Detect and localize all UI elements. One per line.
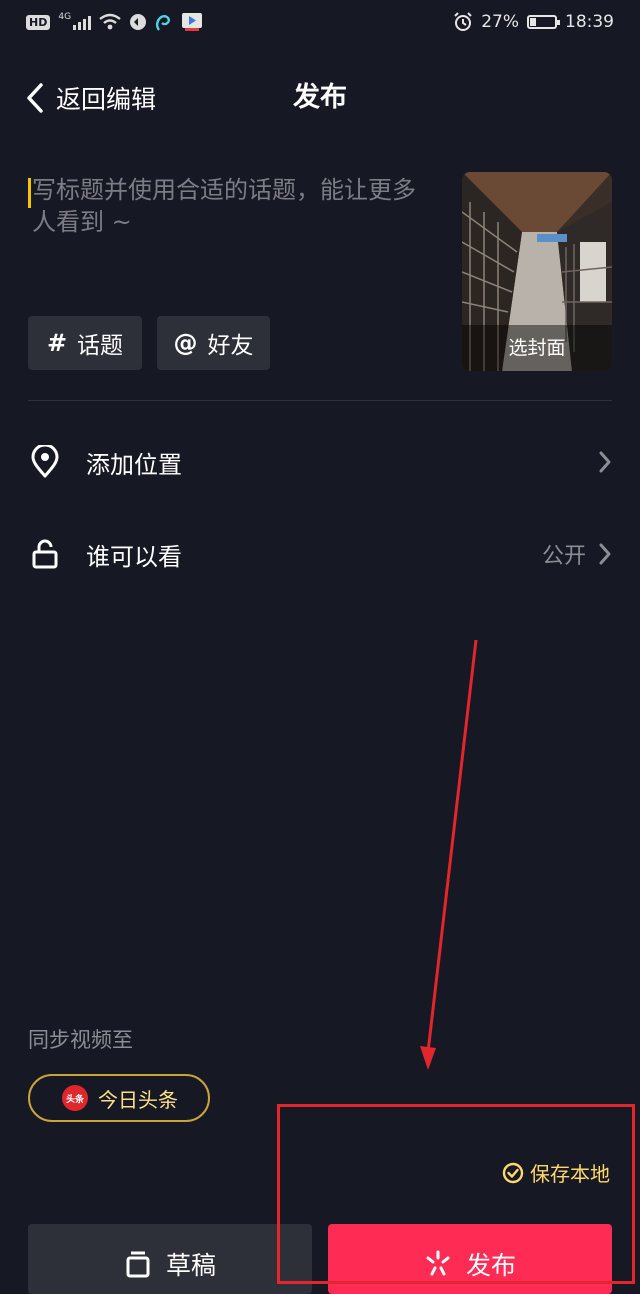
draft-button[interactable]: 草稿: [28, 1224, 312, 1294]
cellular-signal-icon: [73, 14, 92, 30]
check-circle-icon: [502, 1162, 524, 1183]
caption-area: [28, 172, 438, 256]
publish-sparkle-icon: [426, 1250, 450, 1276]
publish-button[interactable]: 发布: [328, 1224, 612, 1294]
battery-percent: 27%: [481, 12, 519, 32]
sync-video-to-label: 同步视频至: [28, 1028, 133, 1052]
app-notification-icon: [156, 15, 170, 31]
add-location-label: 添加位置: [86, 450, 182, 479]
hashtag-icon: #: [46, 329, 68, 357]
publish-label: 发布: [465, 1251, 516, 1280]
toutiao-label: 今日头条: [98, 1087, 178, 1112]
back-to-edit-button[interactable]: 返回编辑: [26, 78, 156, 118]
caption-input[interactable]: [28, 172, 438, 252]
alarm-icon: [454, 12, 472, 31]
who-can-view-row[interactable]: 谁可以看 公开: [28, 524, 612, 584]
battery-icon: [527, 15, 560, 29]
clock: 18:39: [565, 12, 614, 32]
draft-label: 草稿: [165, 1251, 216, 1280]
status-left-icons: HD 4G: [26, 12, 203, 32]
toutiao-sync-toggle[interactable]: 头条 今日头条: [28, 1074, 210, 1122]
hd-badge-icon: HD: [26, 14, 51, 30]
toutiao-logo-icon: 头条: [62, 1085, 88, 1111]
chevron-left-icon: [27, 83, 43, 113]
draft-box-icon: [126, 1251, 150, 1278]
mention-chip-label: 好友: [207, 333, 254, 359]
text-cursor: [28, 178, 31, 208]
chevron-right-icon: [599, 543, 611, 565]
save-local-label: 保存本地: [530, 1162, 610, 1186]
location-pin-icon: [31, 445, 59, 478]
cover-thumbnail[interactable]: 选封面: [462, 172, 612, 371]
battery-fill: [530, 18, 536, 26]
status-bar: HD 4G 27% 18:39: [0, 0, 640, 50]
network-4g-label: 4G: [58, 12, 72, 22]
unlock-icon: [32, 539, 58, 569]
status-right-icons: 27% 18:39: [453, 12, 614, 32]
chevron-right-icon: [599, 451, 611, 473]
save-local-checkbox[interactable]: 保存本地: [502, 1158, 610, 1187]
privacy-value: 公开: [541, 544, 586, 569]
choose-cover-label: 选封面: [462, 325, 612, 371]
data-saver-icon: [130, 14, 147, 30]
video-app-icon: [182, 13, 203, 31]
back-label: 返回编辑: [56, 85, 157, 114]
who-can-view-label: 谁可以看: [86, 542, 182, 571]
topic-chip-button[interactable]: # 话题: [28, 316, 142, 370]
add-location-row[interactable]: 添加位置: [28, 432, 612, 492]
at-sign-icon: @: [173, 329, 198, 357]
mention-friend-chip-button[interactable]: @ 好友: [157, 316, 270, 370]
topic-chip-label: 话题: [77, 333, 124, 359]
divider: [28, 400, 612, 401]
wifi-icon: [99, 13, 121, 30]
